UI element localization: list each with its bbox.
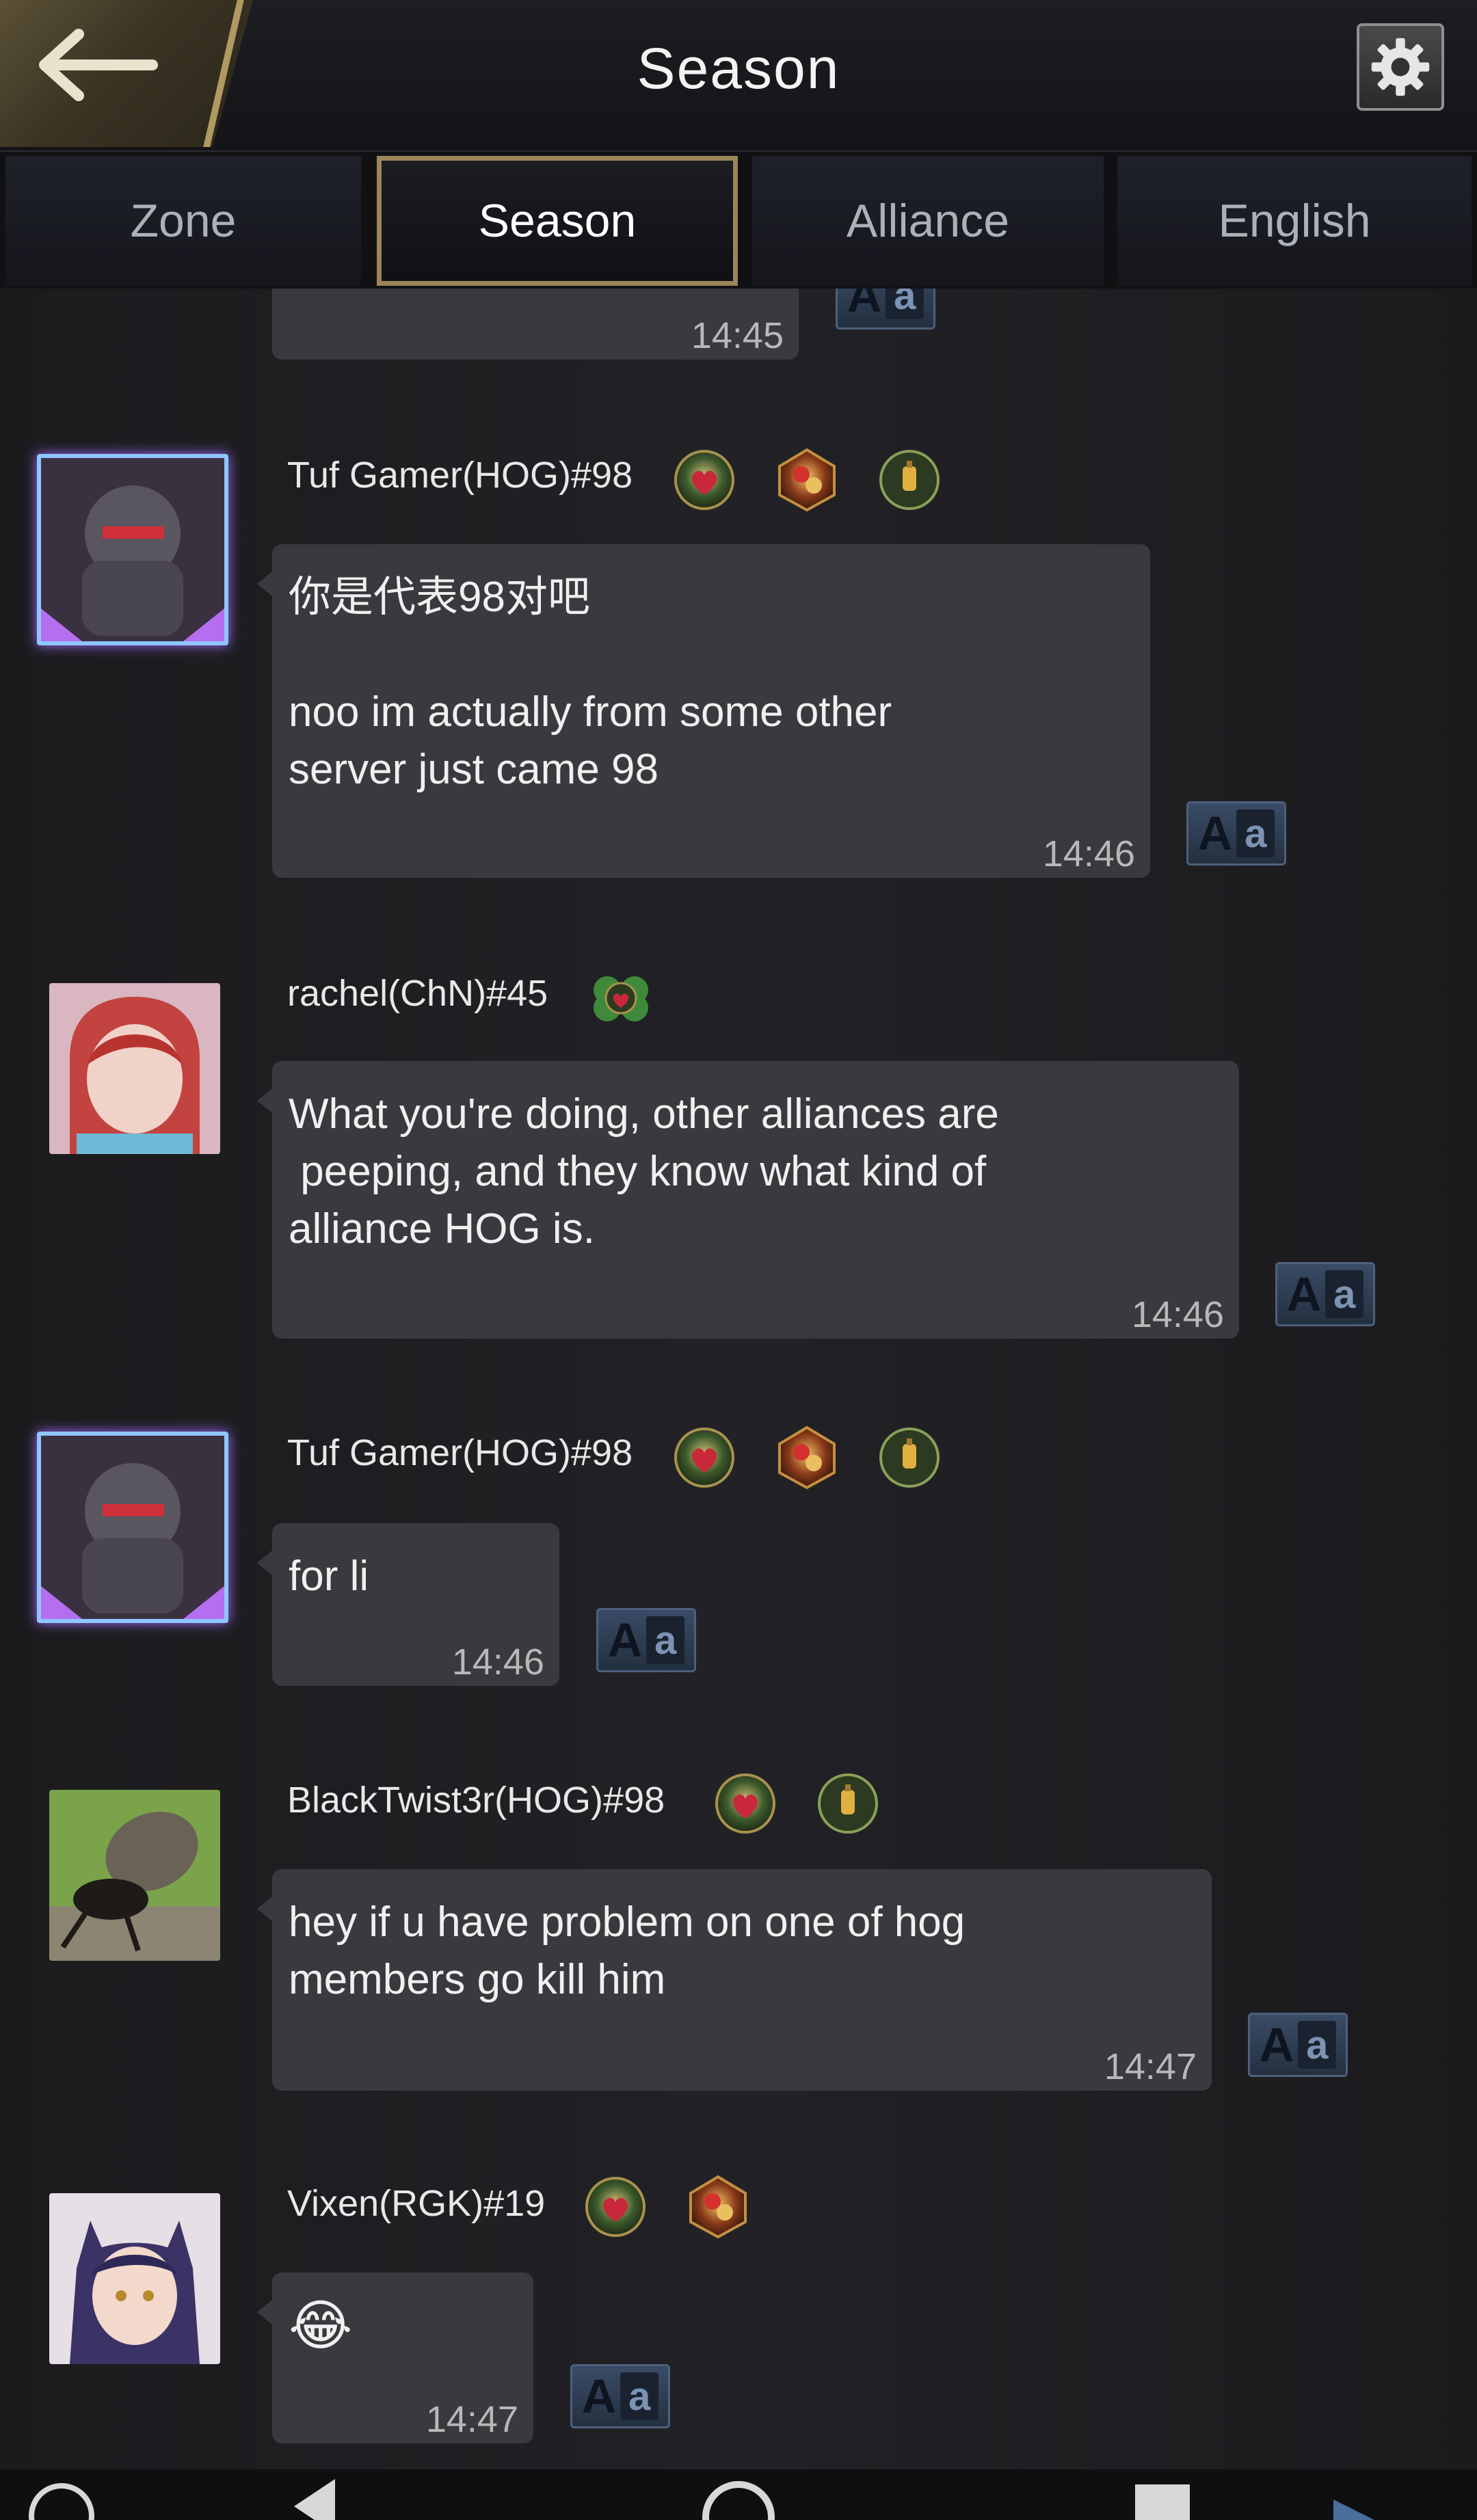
message-bubble: What you're doing, other alliances are p… bbox=[257, 1061, 1239, 1339]
heart-emblem-icon bbox=[670, 446, 738, 514]
message-bubble: 😂 14:47 bbox=[257, 2273, 533, 2443]
message-time: 14:47 bbox=[1104, 2046, 1197, 2087]
message-bubble: for li 14:46 bbox=[257, 1523, 559, 1686]
translate-button[interactable]: A a bbox=[1186, 801, 1286, 866]
warrior-portrait-icon bbox=[41, 1436, 224, 1619]
recents-square-icon[interactable] bbox=[1135, 2484, 1190, 2520]
translate-icon-small: a bbox=[1298, 2021, 1337, 2069]
username[interactable]: rachel(ChN)#45 bbox=[287, 972, 548, 1015]
username[interactable]: BlackTwist3r(HOG)#98 bbox=[287, 1779, 665, 1821]
username[interactable]: Tuf Gamer(HOG)#98 bbox=[287, 1432, 633, 1474]
warrior-portrait-icon bbox=[41, 458, 224, 641]
message-time: 14:45 bbox=[691, 315, 784, 356]
rose-lantern-icon bbox=[773, 1423, 841, 1492]
translate-icon-small: a bbox=[646, 1616, 685, 1664]
settings-button[interactable] bbox=[1357, 23, 1444, 111]
lantern-emblem-icon bbox=[814, 1769, 882, 1838]
translate-button[interactable]: A a bbox=[836, 289, 935, 330]
message-text: 😂 bbox=[289, 2295, 353, 2356]
translate-icon-big: A bbox=[607, 1613, 643, 1667]
translate-icon-small: a bbox=[1236, 809, 1275, 857]
translate-icon-small: a bbox=[886, 289, 924, 319]
channel-tabs: Zone Season Alliance English bbox=[0, 152, 1477, 289]
message-time: 14:46 bbox=[451, 1641, 544, 1683]
heart-emblem-icon bbox=[581, 2173, 650, 2241]
message-time: 14:46 bbox=[1042, 833, 1135, 874]
fox-girl-portrait-icon bbox=[49, 2193, 220, 2364]
back-triangle-icon[interactable] bbox=[287, 2479, 342, 2520]
translate-button[interactable]: A a bbox=[1248, 2013, 1348, 2077]
lantern-emblem-icon bbox=[875, 446, 944, 514]
header-bar: Season bbox=[0, 0, 1477, 152]
message-text: hey if u have problem on one of hog memb… bbox=[289, 1899, 966, 2003]
avatar[interactable] bbox=[49, 2193, 220, 2364]
translate-button[interactable]: A a bbox=[596, 1608, 696, 1672]
avatar[interactable] bbox=[49, 983, 220, 1154]
lantern-emblem-icon bbox=[875, 1423, 944, 1492]
message-text: What you're doing, other alliances are p… bbox=[289, 1090, 999, 1252]
username[interactable]: Tuf Gamer(HOG)#98 bbox=[287, 454, 633, 496]
heart-emblem-icon bbox=[670, 1423, 738, 1492]
translate-icon-small: a bbox=[1325, 1270, 1364, 1318]
chat-message-list[interactable]: 14:45 A a Tuf Gamer(HOG)#98 你是代表98对吧 noo… bbox=[0, 289, 1477, 2469]
translate-icon-big: A bbox=[1259, 2018, 1294, 2072]
avatar[interactable] bbox=[37, 1432, 228, 1623]
circle-icon[interactable] bbox=[27, 2476, 96, 2520]
home-circle-icon[interactable] bbox=[700, 2476, 777, 2520]
translate-button[interactable]: A a bbox=[570, 2364, 670, 2428]
heart-emblem-icon bbox=[711, 1769, 780, 1838]
page-title: Season bbox=[637, 36, 840, 100]
translate-button[interactable]: A a bbox=[1275, 1262, 1375, 1326]
anime-girl-portrait-icon bbox=[49, 983, 220, 1154]
tab-season[interactable]: Season bbox=[377, 156, 738, 286]
gear-icon bbox=[1371, 38, 1430, 96]
rose-lantern-icon bbox=[773, 446, 841, 514]
message-text: for li bbox=[289, 1553, 369, 1600]
translate-icon-big: A bbox=[847, 289, 882, 322]
message-bubble: 14:45 bbox=[272, 289, 799, 360]
rose-lantern-icon bbox=[684, 2173, 752, 2241]
play-arrow-icon[interactable] bbox=[1333, 2486, 1374, 2520]
translate-icon-big: A bbox=[581, 2370, 617, 2423]
message-time: 14:46 bbox=[1131, 1294, 1224, 1335]
system-nav-bar bbox=[0, 2469, 1477, 2520]
translate-icon-big: A bbox=[1197, 807, 1233, 860]
message-bubble: hey if u have problem on one of hog memb… bbox=[257, 1869, 1212, 2091]
message-time: 14:47 bbox=[425, 2399, 518, 2440]
message-text: 你是代表98对吧 noo im actually from some other… bbox=[289, 574, 892, 793]
avatar[interactable] bbox=[37, 454, 228, 645]
avatar[interactable] bbox=[49, 1790, 220, 1961]
tab-zone[interactable]: Zone bbox=[5, 156, 361, 286]
message-bubble: 你是代表98对吧 noo im actually from some other… bbox=[257, 544, 1150, 878]
translate-icon-big: A bbox=[1286, 1268, 1322, 1321]
tab-alliance[interactable]: Alliance bbox=[752, 156, 1104, 286]
translate-icon-small: a bbox=[620, 2372, 659, 2420]
clover-heart-icon bbox=[587, 963, 655, 1031]
username[interactable]: Vixen(RGK)#19 bbox=[287, 2182, 545, 2225]
insect-portrait-icon bbox=[49, 1790, 220, 1961]
tab-english[interactable]: English bbox=[1117, 156, 1472, 286]
